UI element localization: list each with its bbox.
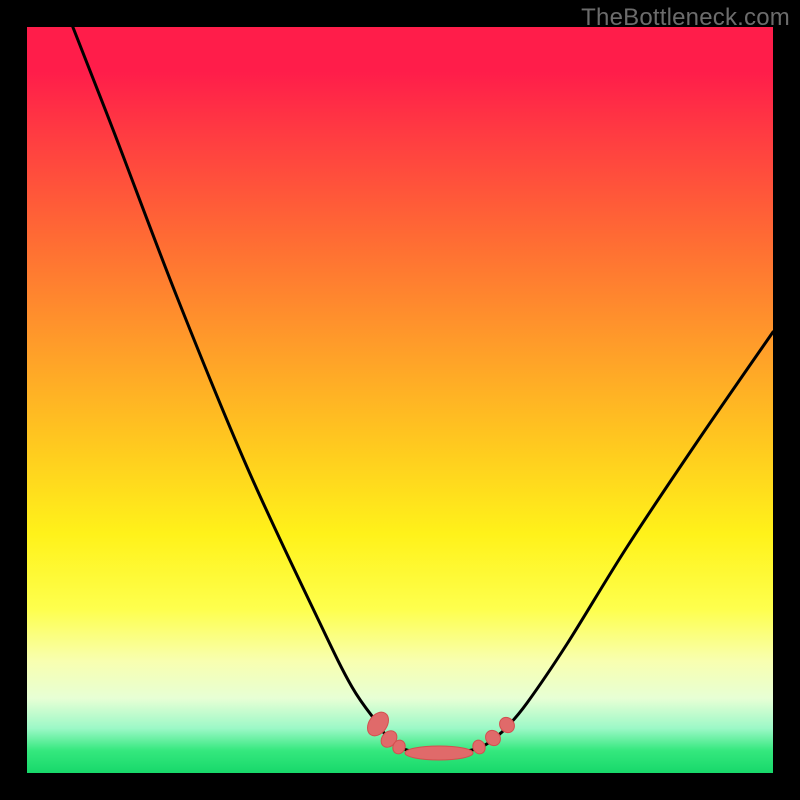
chart-svg xyxy=(27,27,773,773)
curve-markers xyxy=(363,708,517,760)
curve-marker xyxy=(405,746,473,760)
chart-frame: TheBottleneck.com xyxy=(0,0,800,800)
watermark-text: TheBottleneck.com xyxy=(581,4,790,32)
bottleneck-curve xyxy=(65,7,773,754)
plot-area xyxy=(27,27,773,773)
